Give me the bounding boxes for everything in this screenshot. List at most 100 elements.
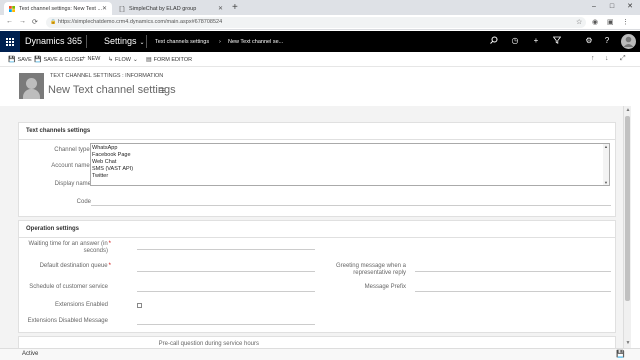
required-marker: * bbox=[108, 263, 111, 269]
waiting-time-label-text: Waiting time for an answer (in bbox=[28, 241, 108, 247]
scroll-up-icon[interactable]: ▲ bbox=[604, 144, 608, 149]
chevron-down-icon: ⌄ bbox=[132, 57, 138, 63]
required-marker: * bbox=[108, 241, 111, 247]
section-title: Operation settings bbox=[26, 226, 80, 232]
new-tab-button[interactable]: + bbox=[232, 2, 238, 13]
flow-icon: ↳ bbox=[108, 57, 114, 63]
save-label: SAVE bbox=[17, 56, 32, 63]
settings-gear-icon[interactable]: ⚙ bbox=[584, 36, 594, 45]
extension-icon[interactable]: ◉ bbox=[592, 18, 598, 26]
filter-icon[interactable] bbox=[552, 36, 562, 46]
close-icon[interactable]: ✕ bbox=[218, 5, 223, 12]
expand-icon[interactable]: ⤢ bbox=[620, 55, 626, 63]
form-selector-menu-icon[interactable]: ☰ bbox=[159, 87, 165, 95]
record-status: Active bbox=[22, 351, 39, 357]
forward-arrow-icon[interactable]: → bbox=[19, 18, 26, 25]
previous-record-arrow-icon[interactable]: ↑ bbox=[591, 55, 595, 62]
option-sms[interactable]: SMS (VAST API) bbox=[92, 166, 133, 172]
extension-icon[interactable]: ▣ bbox=[607, 18, 614, 26]
listbox-scrollbar[interactable]: ▲ ▼ bbox=[603, 144, 609, 185]
window-close-button[interactable]: ✕ bbox=[621, 0, 639, 15]
breadcrumb-record[interactable]: New Text channel se... bbox=[228, 39, 283, 45]
app-launcher-icon[interactable] bbox=[0, 31, 20, 52]
page-title: New Text channel settings bbox=[48, 84, 176, 96]
message-prefix-field[interactable] bbox=[415, 291, 611, 292]
breadcrumb-entity[interactable]: Text channels settings bbox=[155, 39, 209, 45]
code-label: Code bbox=[76, 199, 91, 205]
default-queue-field[interactable] bbox=[137, 271, 315, 272]
save-icon[interactable]: 💾 bbox=[616, 350, 625, 358]
command-bar: 💾 SAVE 💾 SAVE & CLOSE + NEW ↳ FLOW ⌄ ▤ FORM ED… bbox=[0, 52, 640, 67]
search-icon[interactable] bbox=[489, 36, 499, 46]
new-button[interactable]: + NEW bbox=[82, 56, 100, 62]
bookmark-star-icon[interactable]: ☆ bbox=[576, 18, 582, 26]
entity-image bbox=[19, 73, 44, 99]
waiting-time-field[interactable] bbox=[137, 249, 315, 250]
display-name-label: Display name bbox=[54, 181, 91, 187]
code-field[interactable] bbox=[91, 205, 611, 206]
form-editor-icon: ▤ bbox=[146, 57, 152, 63]
flow-label: FLOW bbox=[115, 56, 131, 63]
channel-type-label-text: Channel type bbox=[54, 147, 90, 153]
save-close-icon: 💾 bbox=[34, 57, 42, 63]
channel-type-label: Channel type* bbox=[33, 147, 93, 153]
entity-form-name: TEXT CHANNEL SETTINGS : INFORMATION bbox=[50, 73, 164, 79]
scroll-down-icon[interactable]: ▼ bbox=[624, 340, 632, 346]
option-facebook-page[interactable]: Facebook Page bbox=[92, 152, 131, 158]
greeting-field[interactable] bbox=[415, 271, 611, 272]
user-avatar[interactable] bbox=[621, 34, 636, 49]
new-label: NEW bbox=[87, 56, 101, 62]
url-field[interactable]: 🔒 https://simplechatdemo.crm4.dynamics.c… bbox=[46, 17, 586, 28]
section-operation-settings: Operation settings Waiting time for an a… bbox=[18, 220, 616, 333]
browser-tab[interactable]: SimpleChat by ELAD group ✕ bbox=[114, 2, 228, 15]
save-close-label: SAVE & CLOSE bbox=[43, 56, 84, 63]
nav-separator bbox=[86, 35, 87, 48]
dynamics-nav-bar: Dynamics 365 Settings ⌄ Text channels set… bbox=[0, 31, 640, 52]
save-button[interactable]: 💾 SAVE bbox=[8, 56, 32, 64]
section-divider bbox=[19, 139, 615, 140]
maximize-button[interactable]: □ bbox=[603, 0, 621, 15]
plus-icon[interactable]: + bbox=[531, 36, 541, 45]
page-scrollbar[interactable]: ▲ ▼ bbox=[623, 106, 631, 348]
minimize-button[interactable]: – bbox=[585, 0, 603, 15]
browser-tab-title: Text channel settings: New Text ... bbox=[19, 5, 103, 12]
scroll-down-icon[interactable]: ▼ bbox=[604, 180, 608, 185]
option-whatsapp[interactable]: WhatsApp bbox=[92, 145, 117, 151]
app-brand[interactable]: Dynamics 365 bbox=[25, 36, 82, 46]
area-menu[interactable]: Settings ⌄ bbox=[104, 36, 145, 46]
help-icon[interactable]: ? bbox=[602, 36, 612, 45]
scrollbar-thumb[interactable] bbox=[625, 116, 630, 301]
extensions-enabled-checkbox[interactable] bbox=[137, 303, 142, 308]
browser-tab-title: SimpleChat by ELAD group bbox=[129, 5, 197, 12]
greeting-label-line2: representative reply bbox=[353, 270, 406, 276]
message-prefix-label: Message Prefix bbox=[364, 284, 406, 290]
address-bar-row: ← → ⟳ 🔒 https://simplechatdemo.crm4.dyna… bbox=[0, 15, 640, 30]
extensions-disabled-field[interactable] bbox=[137, 324, 315, 325]
waiting-time-label-line2: seconds) bbox=[83, 248, 108, 254]
waiting-time-label: Waiting time for an answer (in* bbox=[21, 241, 111, 247]
section-divider bbox=[19, 237, 615, 238]
section-title: Text channels settings bbox=[26, 128, 91, 134]
close-icon[interactable]: ✕ bbox=[102, 5, 107, 12]
record-header: TEXT CHANNEL SETTINGS : INFORMATION New … bbox=[0, 68, 640, 106]
form-editor-button[interactable]: ▤ FORM EDITOR bbox=[146, 56, 192, 64]
schedule-field[interactable] bbox=[137, 291, 315, 292]
reload-icon[interactable]: ⟳ bbox=[32, 18, 38, 26]
save-and-close-button[interactable]: 💾 SAVE & CLOSE bbox=[34, 56, 84, 64]
default-queue-label-text: Default destination queue bbox=[39, 263, 108, 269]
browser-tab-active[interactable]: Text channel settings: New Text ... ✕ bbox=[4, 2, 112, 15]
plus-icon: + bbox=[82, 56, 86, 62]
breadcrumb-chevron-icon: › bbox=[219, 39, 221, 45]
scroll-up-icon[interactable]: ▲ bbox=[624, 107, 632, 113]
menu-dots-icon[interactable]: ⋮ bbox=[622, 18, 629, 26]
person-body-shape bbox=[23, 89, 40, 99]
channel-type-listbox[interactable]: WhatsApp Facebook Page Web Chat SMS (VAS… bbox=[90, 143, 610, 186]
schedule-label: Schedule of customer service bbox=[29, 284, 108, 290]
history-icon[interactable]: ◷ bbox=[510, 36, 520, 45]
option-twitter[interactable]: Twitter bbox=[92, 173, 108, 179]
option-web-chat[interactable]: Web Chat bbox=[92, 159, 116, 165]
next-record-arrow-icon[interactable]: ↓ bbox=[605, 55, 609, 62]
person-icon bbox=[26, 78, 37, 89]
back-arrow-icon[interactable]: ← bbox=[6, 18, 13, 25]
flow-button[interactable]: ↳ FLOW ⌄ bbox=[108, 56, 140, 64]
